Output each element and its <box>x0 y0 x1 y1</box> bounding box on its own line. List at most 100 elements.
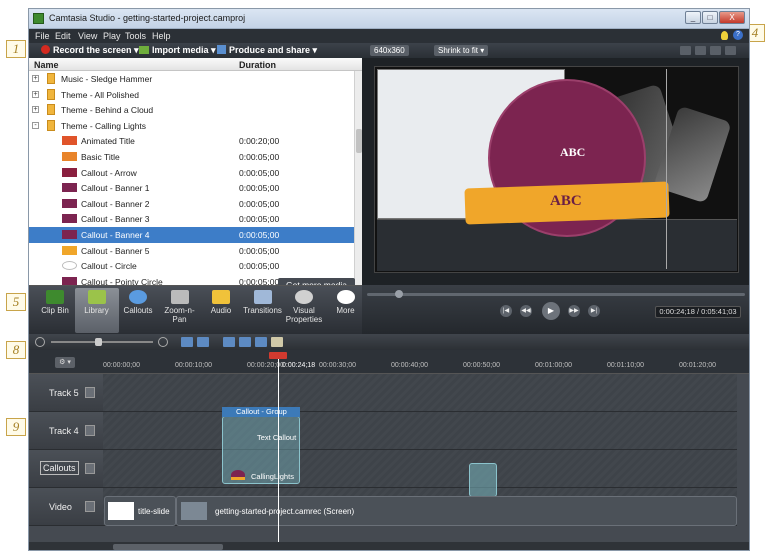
title-slide-clip[interactable]: title-slide <box>104 496 176 526</box>
recording-label: getting-started-project.camrec (Screen) <box>215 507 355 516</box>
seek-thumb[interactable] <box>395 290 403 298</box>
column-duration[interactable]: Duration <box>239 60 276 70</box>
menu-edit[interactable]: Edit <box>55 31 71 41</box>
preview-canvas[interactable]: ABC ABC <box>374 66 739 273</box>
resolution-dropdown[interactable]: 640x360 <box>370 45 409 56</box>
help-icon[interactable]: ? <box>733 30 743 40</box>
track-label[interactable]: Track 5 <box>49 388 79 398</box>
media-label: Callout - Banner 5 <box>81 245 150 256</box>
column-name[interactable]: Name <box>34 60 59 70</box>
track-lane-4[interactable] <box>103 412 737 450</box>
tool-label: Visual Properties <box>285 306 323 324</box>
library-item-row[interactable]: Animated Title 0:00:20;00 <box>29 133 354 149</box>
playhead-handle[interactable] <box>269 352 287 359</box>
menu-play[interactable]: Play <box>103 31 121 41</box>
library-item-row[interactable]: Callout - Banner 5 0:00:05;00 <box>29 243 354 259</box>
tab-zoom[interactable]: Zoom-n-Pan <box>158 288 202 333</box>
undo-icon[interactable] <box>181 337 193 347</box>
library-item-row[interactable]: Basic Title 0:00:05;00 <box>29 149 354 165</box>
library-item-row[interactable]: Callout - Banner 1 0:00:05;00 <box>29 180 354 196</box>
next-clip-button[interactable]: ▶| <box>588 305 600 317</box>
produce-share-button[interactable]: Produce and share ▾ <box>217 45 317 56</box>
library-folder-row[interactable]: + Theme - All Polished <box>29 87 354 103</box>
track-label[interactable]: Video <box>49 502 72 512</box>
zoom-dropdown[interactable]: Shrink to fit ▾ <box>434 45 489 56</box>
menu-help[interactable]: Help <box>152 31 171 41</box>
lock-icon[interactable] <box>85 425 95 436</box>
play-button[interactable]: ▶ <box>542 302 560 320</box>
menu-file[interactable]: File <box>35 31 50 41</box>
expand-toggle-icon[interactable]: + <box>32 75 39 82</box>
rewind-button[interactable]: ◀◀ <box>520 305 532 317</box>
track-lane-callouts[interactable] <box>103 450 737 488</box>
calling-lights-label: CallingLights <box>251 472 294 481</box>
tab-clip-bin[interactable]: Clip Bin <box>33 288 77 333</box>
lock-icon[interactable] <box>85 387 95 398</box>
expand-toggle-icon[interactable]: + <box>32 106 39 114</box>
time-display: 0:00:24;18 / 0:05:41;03 <box>655 306 741 318</box>
ruler-tick-label: 00:01:20;00 <box>679 362 716 369</box>
redo-icon[interactable] <box>197 337 209 347</box>
guide-line <box>666 69 667 269</box>
callout-clip-small[interactable] <box>469 463 497 497</box>
media-label: Callout - Banner 1 <box>81 183 150 194</box>
callout-group-clip[interactable]: Callout - Group Text Callout CallingLigh… <box>222 407 300 484</box>
seek-bar[interactable] <box>367 290 745 298</box>
library-folder-row[interactable]: - Theme - Calling Lights <box>29 118 354 134</box>
tab-transitions[interactable]: Transitions <box>241 288 285 333</box>
library-scrollbar[interactable] <box>354 71 362 285</box>
library-item-row[interactable]: Callout - Banner 2 0:00:05;00 <box>29 196 354 212</box>
copy-icon[interactable] <box>255 337 267 347</box>
zoom-slider-thumb[interactable] <box>95 338 102 346</box>
library-icon <box>87 290 106 304</box>
lightbulb-icon[interactable] <box>721 31 728 40</box>
track-lane-5[interactable] <box>103 374 737 412</box>
library-item-row[interactable]: Callout - Arrow 0:00:05;00 <box>29 165 354 181</box>
media-duration: 0:00:05;00 <box>239 230 280 240</box>
track-label[interactable]: Callouts <box>40 461 79 475</box>
playhead-line[interactable] <box>278 353 279 542</box>
split-icon[interactable] <box>239 337 251 347</box>
tab-callouts[interactable]: Callouts <box>116 288 160 333</box>
timeline-ruler[interactable]: ⚙ ▾ 0:00:24;18 00:00:00;00 00:00:10;00 00:… <box>29 350 749 374</box>
timeline-horizontal-scrollbar[interactable] <box>29 542 749 550</box>
maximize-button[interactable]: □ <box>702 11 718 24</box>
hand-tool-icon[interactable] <box>695 46 706 55</box>
tab-library[interactable]: Library <box>74 288 119 333</box>
lock-icon[interactable] <box>85 463 95 474</box>
settings-gear-icon[interactable]: ⚙ ▾ <box>55 357 75 368</box>
tab-audio[interactable]: Audio <box>199 288 243 333</box>
detach-icon[interactable] <box>725 46 736 55</box>
expand-toggle-icon[interactable]: + <box>32 90 39 98</box>
expand-toggle-icon[interactable]: - <box>32 121 39 129</box>
tab-visual-properties[interactable]: Visual Properties <box>282 288 326 333</box>
previous-clip-button[interactable]: |◀ <box>500 305 512 317</box>
tab-more[interactable]: More <box>324 288 368 333</box>
minimize-button[interactable]: _ <box>685 11 701 24</box>
fast-forward-button[interactable]: ▶▶ <box>568 305 580 317</box>
zoom-slider[interactable] <box>51 341 153 343</box>
menu-view[interactable]: View <box>78 31 97 41</box>
cut-icon[interactable] <box>223 337 235 347</box>
paste-icon[interactable] <box>271 337 283 347</box>
library-folder-row[interactable]: + Music - Sledge Hammer <box>29 71 354 87</box>
library-item-row[interactable]: Callout - Circle 0:00:05;00 <box>29 258 354 274</box>
zoom-out-icon[interactable] <box>35 337 45 347</box>
crop-icon[interactable] <box>710 46 721 55</box>
track-label[interactable]: Track 4 <box>49 426 79 436</box>
library-folder-row[interactable]: + Theme - Behind a Cloud <box>29 102 354 118</box>
timeline-scroll-thumb[interactable] <box>113 544 223 550</box>
lock-icon[interactable] <box>85 501 95 512</box>
close-button[interactable]: X <box>719 11 745 24</box>
library-list: + Music - Sledge Hammer + Theme - All Polis… <box>29 71 354 285</box>
library-item-row[interactable]: Callout - Banner 3 0:00:05;00 <box>29 211 354 227</box>
import-media-button[interactable]: Import media ▾ <box>139 45 216 56</box>
tool-label: Audio <box>210 306 232 315</box>
record-screen-button[interactable]: Record the screen ▾ <box>41 45 139 56</box>
fullscreen-icon[interactable] <box>680 46 691 55</box>
library-item-row[interactable]: Callout - Banner 4 0:00:05;00 <box>29 227 354 243</box>
screen-recording-clip[interactable]: getting-started-project.camrec (Screen) <box>176 496 737 526</box>
media-label: Animated Title <box>81 136 135 147</box>
menu-tools[interactable]: Tools <box>125 31 146 41</box>
zoom-in-icon[interactable] <box>158 337 168 347</box>
